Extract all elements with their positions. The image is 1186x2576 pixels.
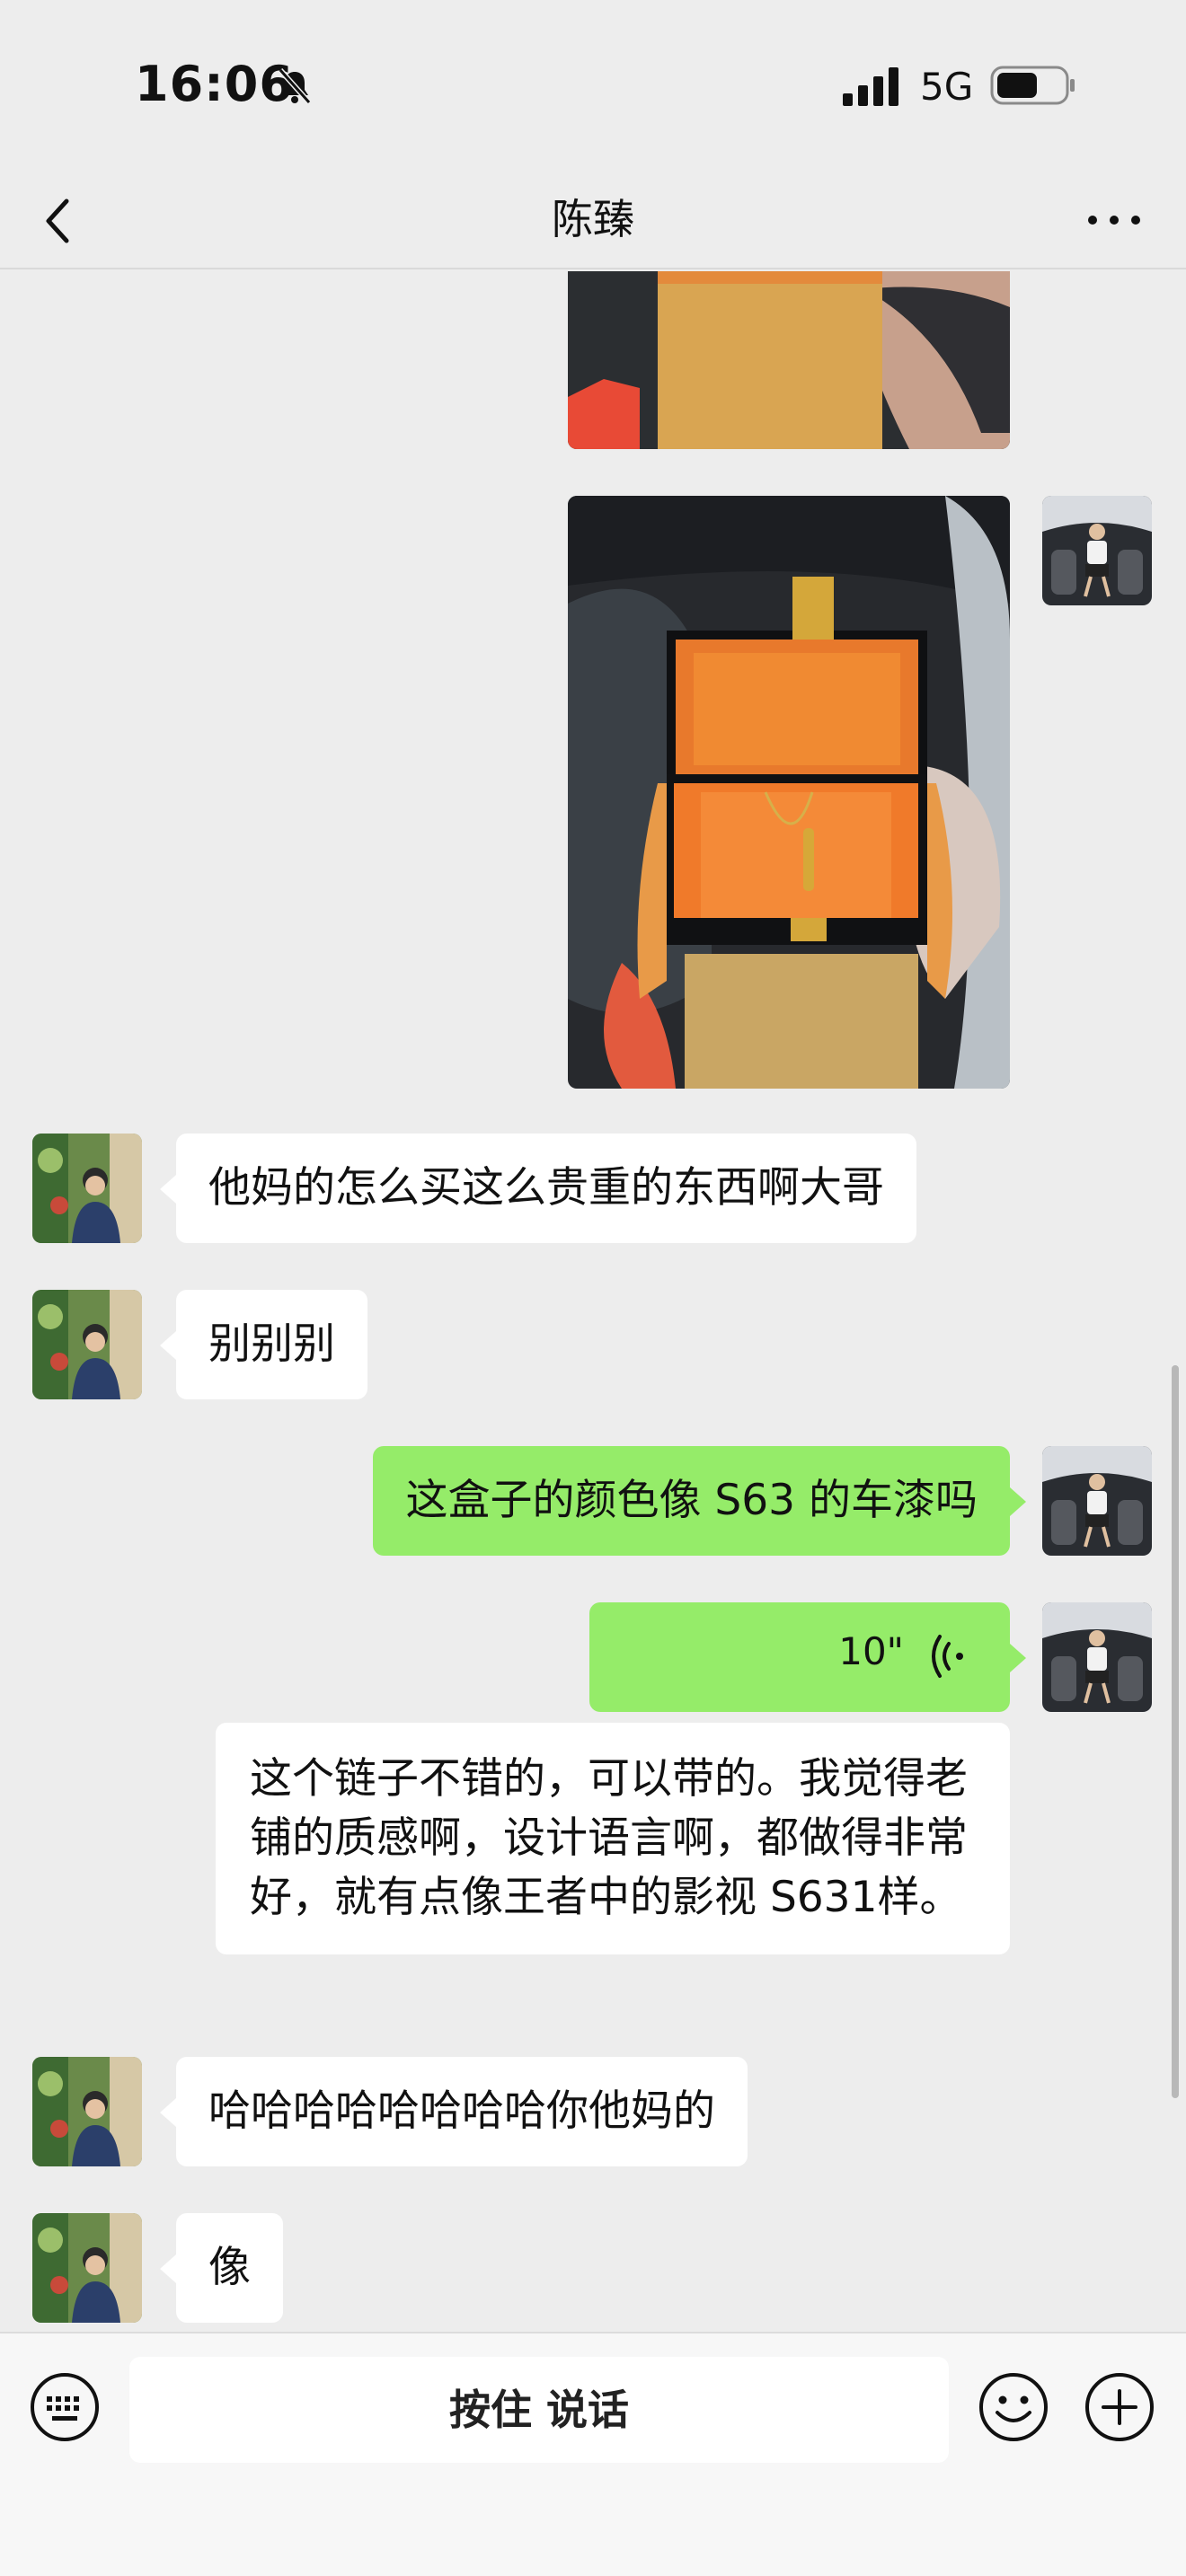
my-avatar[interactable] xyxy=(1042,1446,1152,1556)
hold-to-talk-button[interactable]: 按住 说话 xyxy=(129,2357,949,2463)
contact-avatar[interactable] xyxy=(32,2213,142,2323)
received-message[interactable]: 别别别 xyxy=(176,1290,367,1399)
status-bar: 16:06 5G xyxy=(0,0,1186,171)
bubble-tail xyxy=(1010,1487,1026,1516)
contact-avatar[interactable] xyxy=(32,1134,142,1243)
avatar-image xyxy=(1042,496,1152,605)
bubble-tail xyxy=(160,2098,176,2127)
voice-duration: 10" xyxy=(838,1629,904,1673)
emoji-icon[interactable] xyxy=(978,2371,1049,2443)
input-bar: 按住 说话 xyxy=(0,2332,1186,2576)
my-avatar[interactable] xyxy=(1042,496,1152,605)
sent-message[interactable]: 这盒子的颜色像 S63 的车漆吗 xyxy=(373,1446,1010,1556)
contact-name: 陈臻 xyxy=(552,195,634,243)
battery-icon xyxy=(990,66,1075,105)
keyboard-icon[interactable] xyxy=(29,2371,101,2443)
bubble-tail xyxy=(1010,1644,1026,1672)
scrollbar[interactable] xyxy=(1172,1365,1179,2098)
bubble-tail xyxy=(160,1175,176,1204)
bubble-tail xyxy=(160,1331,176,1360)
voice-message[interactable]: 10" xyxy=(589,1602,1010,1712)
my-avatar[interactable] xyxy=(1042,1602,1152,1712)
received-message[interactable]: 像 xyxy=(176,2213,283,2323)
voice-wave-icon xyxy=(932,1635,963,1678)
sent-photo-partial[interactable] xyxy=(568,271,1010,449)
received-message[interactable]: 哈哈哈哈哈哈哈哈你他妈的 xyxy=(176,2057,748,2166)
plus-icon[interactable] xyxy=(1084,2371,1155,2443)
avatar-image xyxy=(32,1290,142,1399)
sent-photo-jewelry-box[interactable] xyxy=(568,496,1010,1089)
bell-slash-icon xyxy=(278,68,312,104)
contact-avatar[interactable] xyxy=(32,2057,142,2166)
contact-avatar[interactable] xyxy=(32,1290,142,1399)
avatar-image xyxy=(32,1134,142,1243)
avatar-image xyxy=(1042,1446,1152,1556)
avatar-image xyxy=(32,2213,142,2323)
signal-icon xyxy=(843,67,898,106)
chat-header: 陈臻 xyxy=(0,171,1186,269)
jewelry-box-photo-top xyxy=(568,271,1010,449)
message-list[interactable]: 他妈的怎么买这么贵重的东西啊大哥 别别别 这盒子的颜色像 S63 的车漆吗 10… xyxy=(0,271,1186,2330)
received-message[interactable]: 他妈的怎么买这么贵重的东西啊大哥 xyxy=(176,1134,916,1243)
bubble-tail xyxy=(160,2254,176,2283)
avatar-image xyxy=(1042,1602,1152,1712)
more-icon[interactable] xyxy=(1078,198,1150,243)
voice-transcript[interactable]: 这个链子不错的，可以带的。我觉得老铺的质感啊，设计语言啊，都做得非常好，就有点像… xyxy=(216,1723,1010,1954)
network-type: 5G xyxy=(920,65,974,109)
avatar-image xyxy=(32,2057,142,2166)
status-time: 16:06 xyxy=(135,56,294,112)
jewelry-box-photo xyxy=(568,496,1010,1089)
